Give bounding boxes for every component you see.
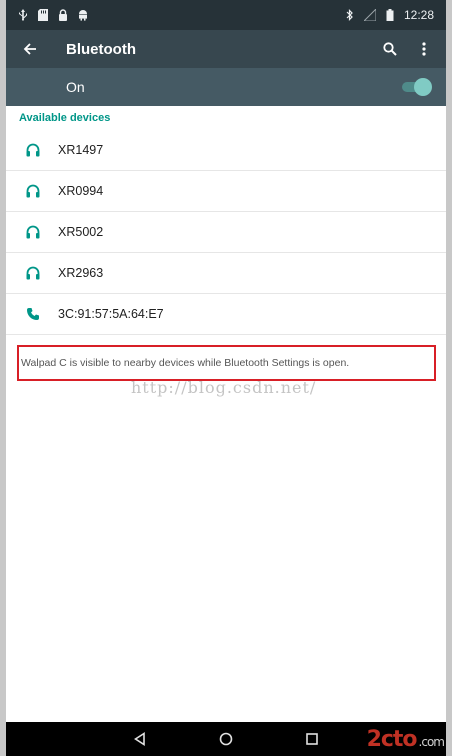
more-vert-icon	[422, 42, 426, 56]
battery-icon	[386, 9, 394, 21]
lock-icon	[59, 9, 67, 21]
device-name: XR2963	[58, 266, 104, 280]
bluetooth-toggle[interactable]	[402, 78, 432, 96]
usb-icon	[19, 9, 27, 21]
back-button[interactable]	[10, 30, 50, 68]
triangle-back-icon	[134, 732, 145, 746]
phone-icon	[6, 307, 58, 321]
android-icon	[79, 10, 87, 21]
clock: 12:28	[403, 8, 434, 22]
page-title: Bluetooth	[66, 40, 136, 58]
search-icon	[383, 42, 397, 56]
overflow-menu-button[interactable]	[410, 30, 438, 68]
sd-card-icon	[38, 9, 48, 21]
app-bar: Bluetooth	[6, 30, 446, 68]
status-bar: 12:28	[6, 0, 446, 30]
device-item[interactable]: 3C:91:57:5A:64:E7	[6, 294, 446, 335]
headphones-icon	[6, 184, 58, 198]
watermark-url: http://blog.csdn.net/	[131, 378, 317, 397]
corner-logo-text: 2cto	[366, 727, 418, 752]
device-item[interactable]: XR1497	[6, 130, 446, 171]
device-name: 3C:91:57:5A:64:E7	[58, 307, 164, 321]
device-name: XR0994	[58, 184, 104, 198]
available-devices-header: Available devices	[19, 112, 111, 124]
headphones-icon	[6, 143, 58, 157]
corner-logo-tail: .com	[418, 735, 445, 749]
device-name: XR5002	[58, 225, 104, 239]
nav-back-button[interactable]	[128, 727, 152, 751]
toggle-thumb	[414, 78, 432, 96]
signal-icon	[363, 9, 376, 21]
bluetooth-switch-bar[interactable]: On	[6, 68, 446, 106]
bluetooth-icon	[346, 9, 353, 21]
device-item[interactable]: XR0994	[6, 171, 446, 212]
device-item[interactable]: XR5002	[6, 212, 446, 253]
arrow-back-icon	[23, 43, 36, 55]
corner-watermark-logo: 2cto .com	[366, 727, 445, 752]
visibility-note: Walpad C is visible to nearby devices wh…	[17, 345, 436, 381]
device-list: Available devices XR1497 XR0994 XR5002 X…	[6, 106, 446, 381]
headphones-icon	[6, 266, 58, 280]
headphones-icon	[6, 225, 58, 239]
square-recents-icon	[306, 733, 318, 745]
nav-recents-button[interactable]	[300, 727, 324, 751]
circle-home-icon	[219, 732, 233, 746]
nav-home-button[interactable]	[214, 727, 238, 751]
switch-label: On	[66, 79, 85, 95]
search-button[interactable]	[376, 30, 404, 68]
device-name: XR1497	[58, 143, 104, 157]
device-item[interactable]: XR2963	[6, 253, 446, 294]
